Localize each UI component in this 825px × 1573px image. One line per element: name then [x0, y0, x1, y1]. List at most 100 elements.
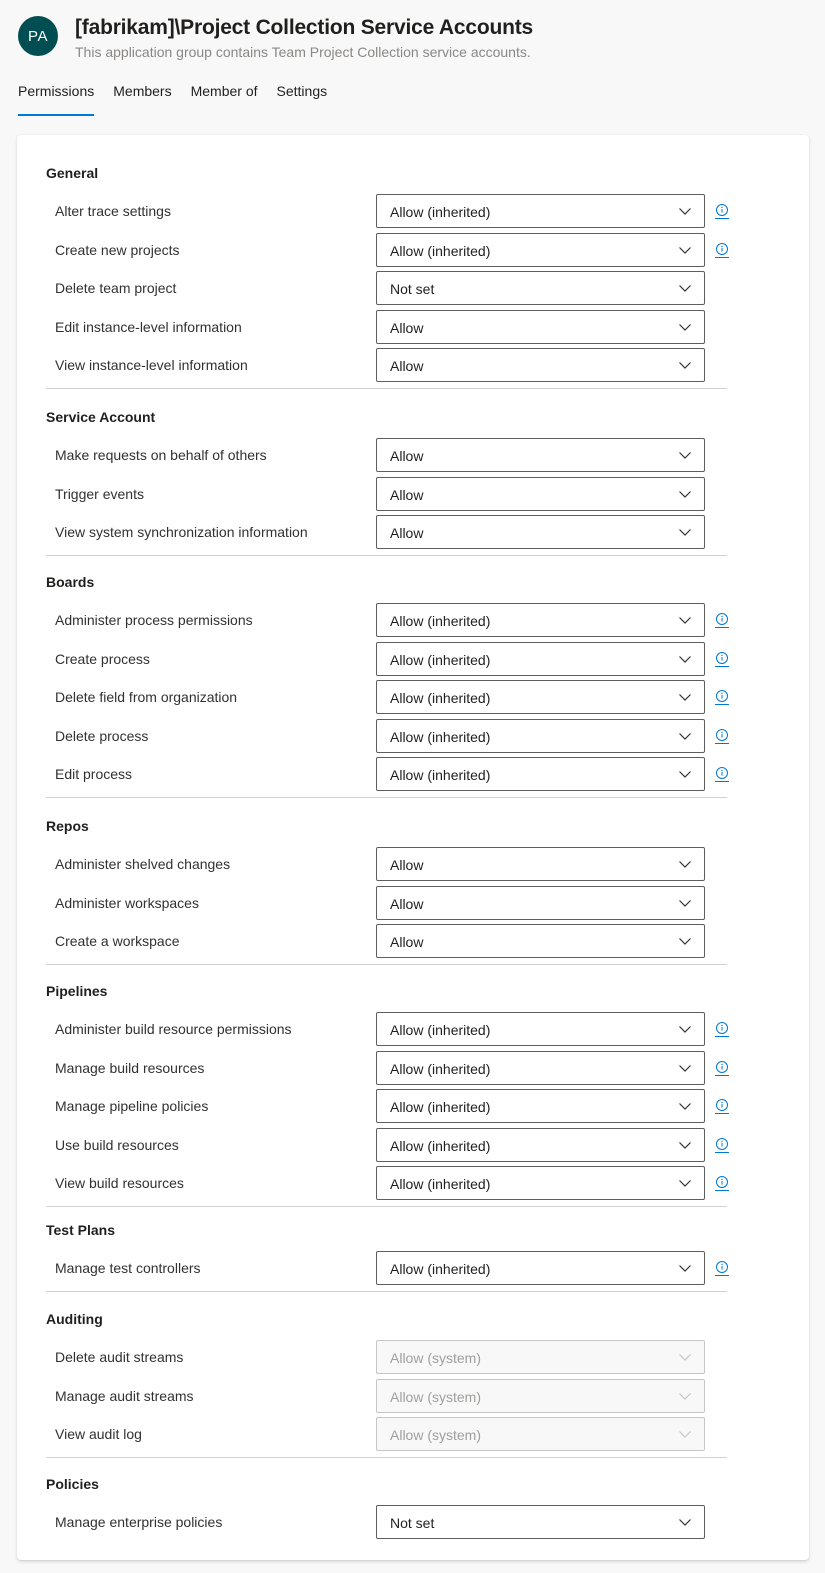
permission-value: Not set — [390, 1515, 435, 1531]
chevron-down-icon — [678, 769, 692, 779]
permission-value: Allow (inherited) — [390, 1137, 491, 1154]
permission-dropdown[interactable]: Allow — [376, 309, 705, 344]
permission-section-general: General Alter trace settings Allow (inheri… — [46, 163, 729, 389]
permission-dropdown[interactable]: Allow (inherited) — [376, 680, 705, 714]
permission-label: View system synchronization information — [55, 524, 308, 540]
permission-dropdown[interactable]: Allow (inherited) — [376, 1012, 705, 1046]
permission-row: View build resources Allow (inherited) — [46, 1166, 746, 1200]
permission-dropdown[interactable]: Allow — [376, 515, 705, 549]
permission-row: Delete audit streams Allow (system) — [46, 1340, 746, 1374]
info-icon[interactable] — [714, 203, 730, 220]
permission-section-pipelines: Pipelines Administer build resource permi… — [46, 981, 729, 1207]
chevron-down-icon — [678, 898, 692, 908]
permission-label: Manage pipeline policies — [55, 1098, 209, 1114]
permission-row: Manage pipeline policies Allow (inherited… — [46, 1089, 746, 1123]
tab-members[interactable]: Members — [113, 80, 171, 114]
tab-permissions[interactable]: Permissions — [18, 80, 95, 116]
chevron-down-icon — [678, 1352, 692, 1362]
chevron-down-icon — [678, 1429, 692, 1439]
info-icon[interactable] — [714, 728, 730, 745]
section-divider — [46, 797, 727, 798]
permission-value: Allow (inherited) — [390, 690, 491, 706]
permission-dropdown[interactable]: Not set — [376, 271, 705, 305]
permission-dropdown[interactable]: Not set — [376, 1505, 705, 1539]
info-icon[interactable] — [714, 689, 730, 706]
permission-label: Delete audit streams — [55, 1349, 184, 1365]
permission-value: Allow — [390, 448, 424, 464]
permission-row: Manage test controllers Allow (inherited) — [46, 1251, 746, 1285]
info-icon[interactable] — [714, 242, 730, 259]
chevron-down-icon — [678, 936, 692, 946]
permission-value: Allow (inherited) — [390, 767, 491, 783]
permission-value: Allow (system) — [390, 1350, 482, 1366]
permission-dropdown[interactable]: Allow (inherited) — [376, 1127, 705, 1162]
permission-dropdown[interactable]: Allow (inherited) — [376, 718, 705, 753]
permission-dropdown[interactable]: Allow — [376, 438, 705, 472]
tab-bar: Permissions Members Member of Settings — [18, 80, 346, 116]
permission-section-repos: Repos Administer shelved changes Allow Admi… — [46, 816, 727, 965]
permission-dropdown[interactable]: Allow (inherited) — [376, 232, 705, 267]
info-icon[interactable] — [714, 1137, 730, 1154]
chevron-down-icon — [678, 245, 692, 255]
info-icon[interactable] — [714, 1175, 730, 1192]
permission-label: Trigger events — [55, 485, 144, 502]
permission-label: Administer shelved changes — [55, 856, 231, 872]
section-divider — [46, 555, 727, 556]
chevron-down-icon — [678, 1140, 692, 1150]
tab-settings[interactable]: Settings — [277, 80, 328, 114]
permission-label: Create new projects — [55, 241, 180, 258]
permission-label: Edit instance-level information — [55, 318, 242, 335]
permission-dropdown[interactable]: Allow (inherited) — [376, 757, 705, 791]
info-icon[interactable] — [714, 1098, 730, 1115]
permission-value: Allow — [390, 934, 424, 950]
info-icon[interactable] — [714, 1260, 730, 1277]
permission-label: Manage build resources — [55, 1059, 205, 1076]
permission-row: Administer shelved changes Allow — [46, 847, 746, 881]
chevron-down-icon — [678, 692, 692, 702]
permission-dropdown[interactable]: Allow (inherited) — [376, 1166, 705, 1200]
permission-row: Administer process permissions Allow (inh… — [46, 603, 746, 637]
permission-dropdown[interactable]: Allow — [376, 476, 705, 511]
info-icon[interactable] — [714, 612, 730, 629]
permission-dropdown[interactable]: Allow — [376, 924, 705, 958]
permission-value: Allow — [390, 319, 424, 336]
info-icon[interactable] — [714, 766, 730, 783]
permission-label: Delete process — [55, 727, 149, 744]
section-title: Policies — [46, 1476, 99, 1492]
permission-value: Allow (inherited) — [390, 613, 491, 629]
permission-label: Make requests on behalf of others — [55, 447, 267, 463]
section-title: Test Plans — [46, 1222, 115, 1238]
permission-row: View audit log Allow (system) — [46, 1417, 746, 1451]
permission-label: Administer process permissions — [55, 612, 253, 628]
permission-dropdown[interactable]: Allow (inherited) — [376, 1089, 705, 1123]
info-icon[interactable] — [714, 1060, 730, 1077]
permission-dropdown[interactable]: Allow — [376, 885, 705, 920]
info-icon[interactable] — [714, 1021, 730, 1038]
permission-dropdown[interactable]: Allow — [376, 847, 705, 881]
permission-row: Delete field from organization Allow (inh… — [46, 680, 746, 714]
chevron-down-icon — [678, 1391, 692, 1401]
section-title: Pipelines — [46, 983, 108, 999]
permission-dropdown[interactable]: Allow (inherited) — [376, 603, 705, 637]
permission-value: Allow (system) — [390, 1388, 482, 1405]
permission-value: Allow (inherited) — [390, 204, 491, 220]
permission-value: Allow (inherited) — [390, 242, 491, 259]
tab-member-of[interactable]: Member of — [191, 80, 258, 114]
section-divider — [46, 1457, 727, 1458]
permission-label: Manage audit streams — [55, 1387, 194, 1404]
section-divider — [46, 964, 727, 965]
permission-label: View instance-level information — [55, 357, 248, 373]
chevron-down-icon — [678, 1063, 692, 1073]
permission-dropdown[interactable]: Allow (inherited) — [376, 1050, 705, 1085]
permission-value: Allow (inherited) — [390, 1060, 491, 1077]
info-icon[interactable] — [714, 651, 730, 668]
permission-dropdown[interactable]: Allow — [376, 348, 705, 382]
chevron-down-icon — [678, 489, 692, 499]
permission-dropdown[interactable]: Allow (inherited) — [376, 641, 705, 676]
permission-section-test-plans: Test Plans Manage test controllers Allow (… — [46, 1220, 729, 1292]
permissions-card: General Alter trace settings Allow (inheri… — [17, 135, 809, 1560]
permission-dropdown[interactable]: Allow (inherited) — [376, 194, 705, 228]
permission-dropdown[interactable]: Allow (inherited) — [376, 1251, 705, 1285]
permission-row: Administer build resource permissions All… — [46, 1012, 746, 1046]
permission-label: Delete field from organization — [55, 689, 238, 705]
